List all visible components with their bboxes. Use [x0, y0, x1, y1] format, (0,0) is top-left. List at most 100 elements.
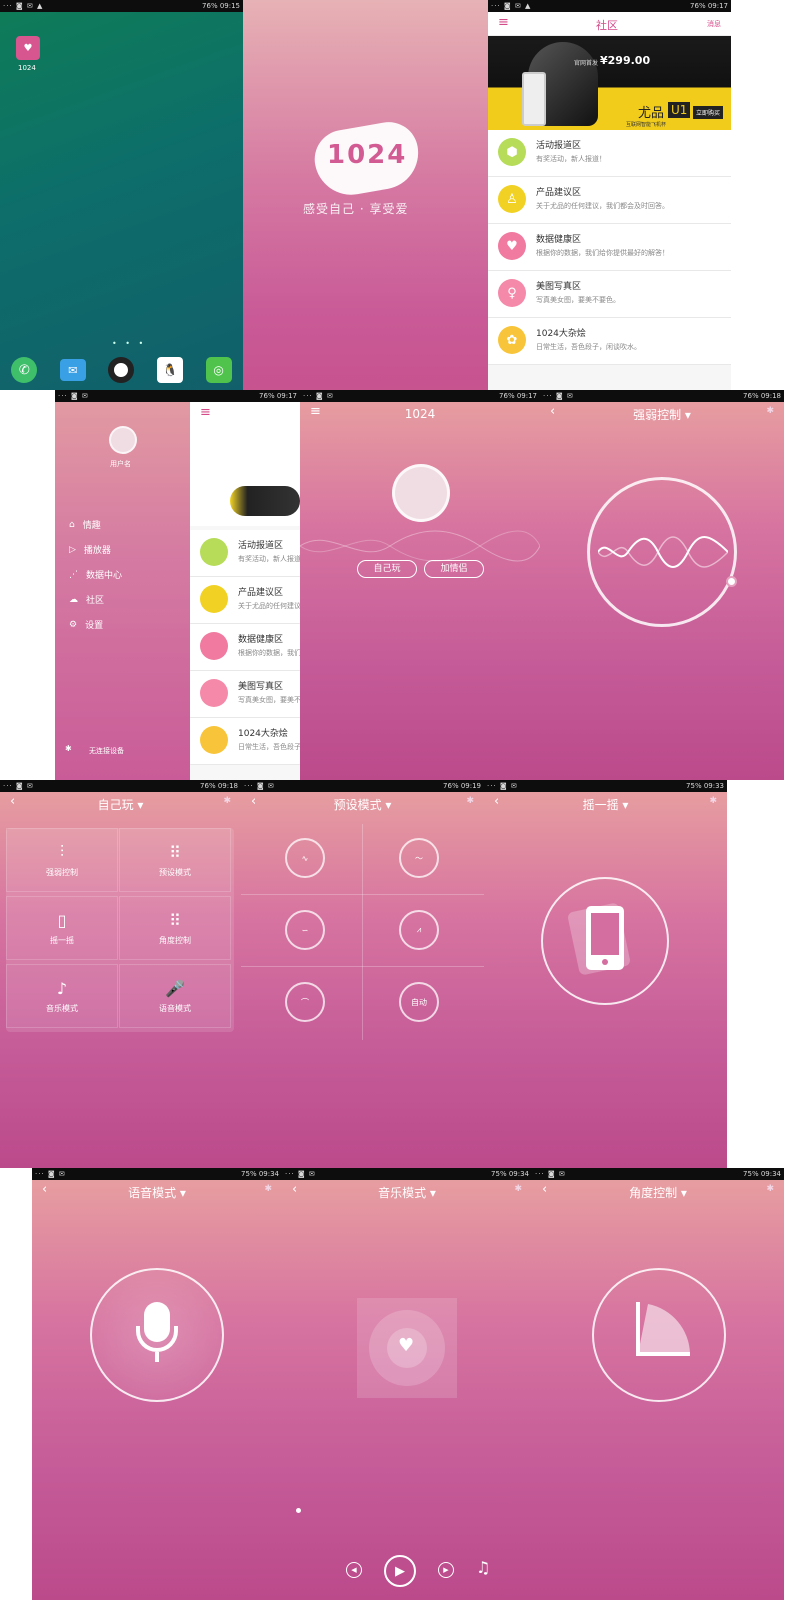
back-icon[interactable]: ‹: [550, 404, 555, 419]
wave-line: [300, 530, 540, 562]
phone-icon[interactable]: ✆: [11, 357, 38, 383]
menu-item-label: 播放器: [83, 546, 111, 556]
home-screen: ··· ◙ ✉ ▲ 76% 09:15 ♥ 1024 • • • ✆ ✉ 🐧 ◎: [0, 0, 243, 390]
preset-mode-button[interactable]: ∿: [285, 838, 325, 878]
wechat-icon[interactable]: ◎: [205, 357, 232, 383]
mode-tile[interactable]: ⠿ 角度控制: [119, 896, 231, 960]
drawer-menu-item[interactable]: ⌂ 情趣: [69, 518, 101, 532]
main-avatar[interactable]: [392, 464, 450, 522]
bluetooth-icon[interactable]: ✱: [766, 406, 774, 416]
message-icon[interactable]: ✉: [59, 359, 86, 381]
shake-screen: ··· ◙ ✉ 75% 09:33 ‹ 摇一摇 ▾ ✱: [484, 780, 727, 1168]
menu-item-icon: ▷: [69, 544, 76, 555]
voice-screen: ··· ◙ ✉ 75% 09:34 ‹ 语音模式 ▾ ✱: [32, 1168, 282, 1600]
bluetooth-icon: ✱: [65, 744, 72, 753]
drawer-menu-item[interactable]: ⋰ 数据中心: [69, 568, 122, 582]
status-bar: ··· ◙ ✉ 76% 09:18: [540, 390, 784, 402]
solo-title[interactable]: 自己玩 ▾: [98, 796, 144, 813]
category-title: 美图写真区: [536, 282, 582, 292]
category-title: 活动报道区: [536, 141, 582, 151]
mode-tile[interactable]: 🎤 语音模式: [119, 964, 231, 1028]
category-icon: [200, 679, 228, 707]
community-item[interactable]: 活动报道区 有奖活动，新人报道: [190, 530, 300, 577]
back-icon[interactable]: ‹: [292, 1182, 297, 1197]
status-bar: ··· ◙ ✉ ▲ 76% 09:15: [0, 0, 243, 12]
phone-icon: [586, 906, 624, 970]
category-icon: ♙: [498, 185, 526, 213]
menu-icon[interactable]: ≡: [310, 404, 321, 419]
mode-tile[interactable]: ⠿ 预设模式: [119, 828, 231, 892]
preset-mode-button[interactable]: 自动: [399, 982, 439, 1022]
community-item[interactable]: 数据健康区 根据你的数据，我们: [190, 624, 300, 671]
community-item[interactable]: 产品建议区 关于尤品的任何建议: [190, 577, 300, 624]
back-icon[interactable]: ‹: [251, 794, 256, 809]
category-icon: ✿: [498, 326, 526, 354]
mode-label: 语音模式: [159, 1003, 191, 1013]
strength-wave: [598, 536, 728, 568]
back-icon[interactable]: ‹: [494, 794, 499, 809]
strength-header: ‹ 强弱控制 ▾ ✱: [540, 402, 784, 426]
qq-icon[interactable]: 🐧: [157, 357, 184, 383]
community-item[interactable]: ⬢ 活动报道区 有奖活动，新人报道！: [488, 130, 731, 177]
bluetooth-icon[interactable]: ✱: [264, 1184, 272, 1194]
angle-icon: [636, 1302, 690, 1356]
preset-mode-button[interactable]: 〜: [399, 838, 439, 878]
status-bar: ··· ◙ ✉ 76% 09:19: [241, 780, 484, 792]
mode-tile[interactable]: ♪ 音乐模式: [6, 964, 118, 1028]
category-desc: 有奖活动，新人报道: [238, 555, 300, 563]
strength-title[interactable]: 强弱控制 ▾: [633, 406, 691, 423]
voice-title[interactable]: 语音模式 ▾: [128, 1184, 186, 1201]
banner-price: ¥299.00: [600, 54, 651, 67]
community-item[interactable]: 1024大杂烩 日常生活，吾色段子: [190, 718, 300, 765]
preset-title[interactable]: 预设模式 ▾: [334, 796, 392, 813]
mode-tile[interactable]: ⫶ 强弱控制: [6, 828, 118, 892]
drawer-menu-item[interactable]: ☁ 社区: [69, 593, 104, 607]
drawer-menu-item[interactable]: ▷ 播放器: [69, 543, 111, 557]
category-desc: 关于尤品的任何建议，我们都会及时回答。: [536, 202, 669, 210]
menu-icon[interactable]: ≡: [200, 405, 211, 420]
preset-mode-button[interactable]: ∽: [285, 910, 325, 950]
community-item[interactable]: ♥ 数据健康区 根据你的数据，我们给你提供最好的解答！: [488, 224, 731, 271]
community-item[interactable]: 美图写真区 写真美女图，要美不: [190, 671, 300, 718]
next-button[interactable]: ▶: [438, 1562, 454, 1578]
mode-icon: ▯: [57, 910, 67, 930]
bluetooth-icon[interactable]: ✱: [766, 1184, 774, 1194]
solo-button[interactable]: 自己玩: [357, 560, 417, 578]
playlist-icon[interactable]: ♫: [476, 1558, 490, 1577]
back-icon[interactable]: ‹: [42, 1182, 47, 1197]
menu-icon[interactable]: ≡: [498, 15, 509, 30]
username: 用户名: [110, 460, 131, 468]
back-icon[interactable]: ‹: [542, 1182, 547, 1197]
buy-button[interactable]: 立即购买: [693, 106, 724, 119]
strength-knob[interactable]: [726, 576, 737, 587]
play-button[interactable]: ▶: [384, 1555, 416, 1587]
promo-banner[interactable]: 官网首发 ¥299.00 尤品 U1 互联网智能飞机杯 立即购买: [488, 36, 731, 130]
back-icon[interactable]: ‹: [10, 794, 15, 809]
bluetooth-icon[interactable]: ✱: [466, 796, 474, 806]
messages-link[interactable]: 消息: [707, 19, 721, 29]
preset-mode-button[interactable]: ⩘: [399, 910, 439, 950]
bluetooth-icon[interactable]: ✱: [514, 1184, 522, 1194]
banner-product: 尤品: [638, 106, 665, 121]
mode-tile[interactable]: ▯ 摇一摇: [6, 896, 118, 960]
camera-icon[interactable]: [108, 357, 135, 383]
community-item[interactable]: ♀ 美图写真区 写真美女图，要美不要色。: [488, 271, 731, 318]
drawer-menu-item[interactable]: ⚙ 设置: [69, 618, 103, 632]
status-bar: ··· ◙ ✉ 75% 09:34: [282, 1168, 532, 1180]
preset-mode-button[interactable]: ⌒: [285, 982, 325, 1022]
shake-header: ‹ 摇一摇 ▾ ✱: [484, 792, 727, 816]
avatar[interactable]: [109, 426, 137, 454]
angle-title[interactable]: 角度控制 ▾: [629, 1184, 687, 1201]
status-bar: ··· ◙ ✉ 76% 09:17: [300, 390, 540, 402]
music-title[interactable]: 音乐模式 ▾: [378, 1184, 436, 1201]
community-item[interactable]: ✿ 1024大杂烩 日常生活，吾色段子，闲谈吹水。: [488, 318, 731, 365]
bluetooth-icon[interactable]: ✱: [709, 796, 717, 806]
bluetooth-icon[interactable]: ✱: [223, 796, 231, 806]
community-item[interactable]: ♙ 产品建议区 关于尤品的任何建议，我们都会及时回答。: [488, 177, 731, 224]
shake-title[interactable]: 摇一摇 ▾: [583, 796, 629, 813]
splash-slogan: 感受自己 · 享受爱: [303, 202, 409, 216]
app-1024-icon[interactable]: ♥: [16, 36, 40, 60]
couple-button[interactable]: 加情侣: [424, 560, 484, 578]
prev-button[interactable]: ◀: [346, 1562, 362, 1578]
drawer-panel: 用户名 ⌂ 情趣 ▷ 播放器 ⋰ 数据中心 ☁ 社区 ⚙ 设置 ✱ 无连接设备: [55, 402, 190, 780]
